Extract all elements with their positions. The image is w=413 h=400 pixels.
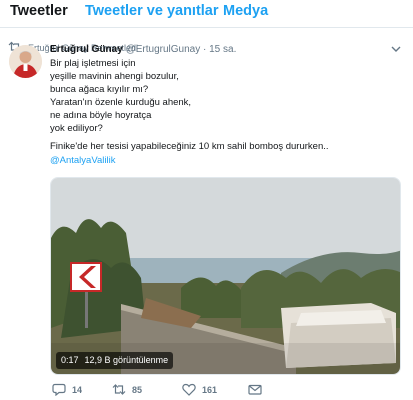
mention-link[interactable]: @AntalyaValilik <box>50 155 115 166</box>
video-player[interactable] <box>50 177 401 375</box>
avatar[interactable] <box>9 45 42 78</box>
video-thumbnail <box>51 178 400 374</box>
tweet-text-line: bunca ağaca kıyılır mı? <box>50 84 149 95</box>
tweet-header: Ertuğrul Günay @ErtugrulGunay · 15 sa. <box>50 44 236 55</box>
tab-tweets[interactable]: Tweetler <box>10 3 68 19</box>
tweet-text-line: Bir plaj işletmesi için <box>50 58 136 69</box>
reply-icon <box>52 383 66 396</box>
retweet-icon <box>112 384 126 395</box>
direct-message-button[interactable] <box>248 383 262 396</box>
tweet-text-line: ne adına böyle hoyratça <box>50 110 152 121</box>
tweet-text-line: Yaratan'ın özenle kurduğu ahenk, <box>50 97 192 108</box>
tweet-text-line: yok ediliyor? <box>50 123 103 134</box>
tweet-text-line: yeşille mavinin ahengi bozulur, <box>50 71 179 82</box>
profile-tabs: Tweetler Tweetler ve yanıtlar Medya <box>0 0 413 28</box>
tweet-text-line: Finike'de her tesisi yapabileceğiniz 10 … <box>50 141 329 152</box>
tab-tweets-and-replies[interactable]: Tweetler ve yanıtlar <box>85 3 219 19</box>
separator: · <box>203 44 207 55</box>
tweet-timestamp[interactable]: 15 sa. <box>209 44 236 55</box>
like-button[interactable]: 161 <box>182 383 217 396</box>
reply-button[interactable]: 14 <box>52 383 82 396</box>
tweet-actions: 14 85 161 <box>50 383 380 399</box>
author-handle[interactable]: @ErtugrulGunay <box>126 44 201 55</box>
chevron-down-icon[interactable] <box>391 45 401 53</box>
video-info-badge: 0:17 12,9 B görüntülenme <box>56 352 174 369</box>
retweet-count: 85 <box>132 384 143 395</box>
envelope-icon <box>248 384 262 395</box>
like-count: 161 <box>202 384 218 395</box>
reply-count: 14 <box>72 384 83 395</box>
tab-media[interactable]: Medya <box>223 3 268 19</box>
retweet-button[interactable]: 85 <box>112 383 142 396</box>
video-view-count: 12,9 B görüntülenme <box>84 355 169 365</box>
heart-icon <box>182 383 196 396</box>
video-duration: 0:17 <box>61 355 79 365</box>
tweet-mention-line: @AntalyaValilik <box>50 155 400 167</box>
author-name[interactable]: Ertuğrul Günay <box>50 44 123 55</box>
